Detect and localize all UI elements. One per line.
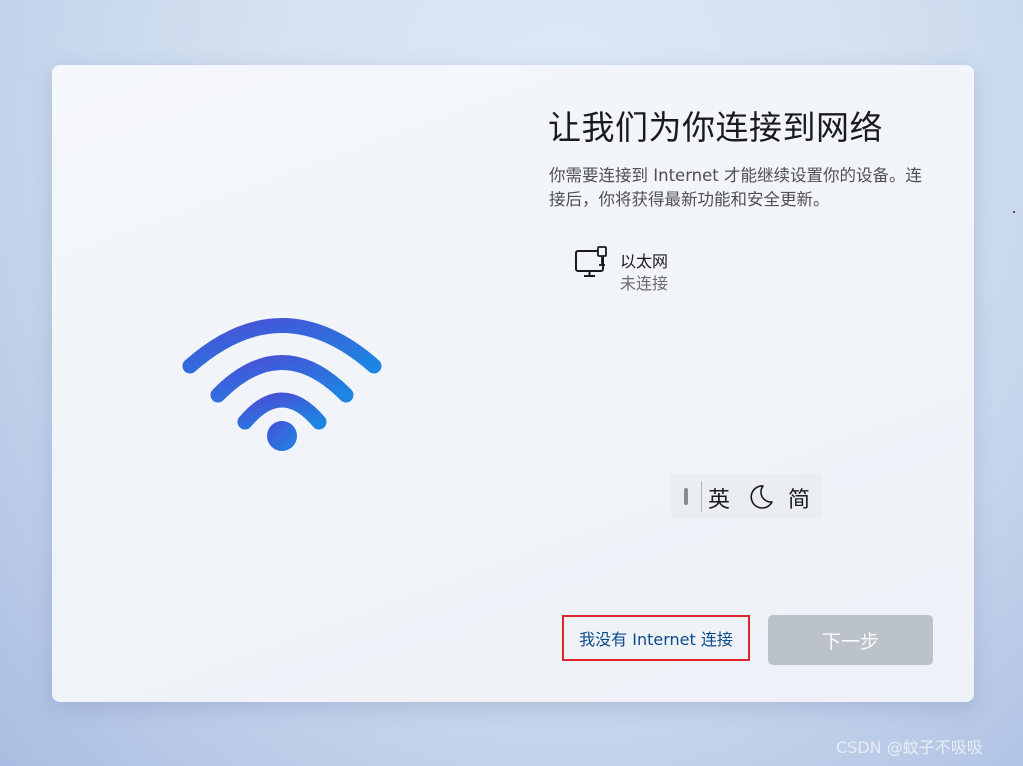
ime-charset-toggle[interactable]: 简 <box>788 482 810 514</box>
page-description: 你需要连接到 Internet 才能继续设置你的设备。连接后，你将获得最新功能和… <box>549 166 923 209</box>
network-name: 以太网 <box>620 252 669 271</box>
ime-divider <box>701 481 702 512</box>
ime-language-toggle[interactable]: 英 <box>708 482 730 514</box>
watermark: CSDN @蚊子不吸吸 <box>836 738 983 757</box>
ime-toolbar: 英 简 <box>671 474 821 518</box>
stray-dot <box>1013 211 1015 213</box>
ethernet-computer-icon <box>575 246 607 277</box>
network-status: 未连接 <box>620 274 669 293</box>
no-internet-button[interactable]: 我没有 Internet 连接 <box>562 615 750 661</box>
next-button[interactable]: 下一步 <box>768 615 933 665</box>
moon-icon[interactable] <box>748 484 774 510</box>
wifi-icon <box>182 318 382 451</box>
page-title: 让我们为你连接到网络 <box>548 108 883 147</box>
setup-dialog: 让我们为你连接到网络 你需要连接到 Internet 才能继续设置你的设备。连接… <box>52 65 974 702</box>
ime-drag-handle[interactable] <box>684 488 688 505</box>
